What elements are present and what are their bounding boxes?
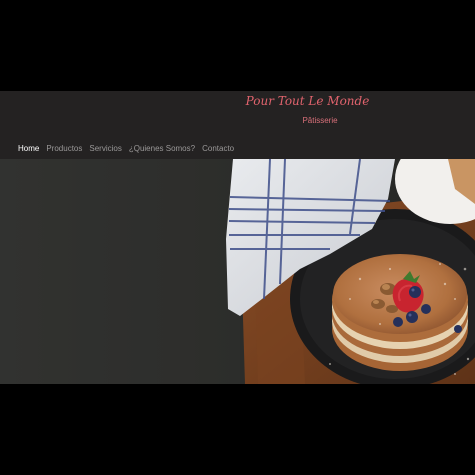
nav-link-servicios[interactable]: Servicios	[89, 144, 121, 153]
letterbox-top	[0, 0, 475, 91]
hero-image	[0, 159, 475, 384]
letterbox-bottom	[0, 384, 475, 475]
nav-link-quienes-somos[interactable]: ¿Quienes Somos?	[129, 144, 195, 153]
nav-link-contacto[interactable]: Contacto	[202, 144, 234, 153]
brand-logo-text[interactable]: Pour Tout Le Monde	[240, 94, 375, 108]
main-nav: Home Productos Servicios ¿Quienes Somos?…	[18, 141, 234, 155]
hero-pancakes-illustration	[0, 159, 475, 384]
nav-link-productos[interactable]: Productos	[46, 144, 82, 153]
site-header: Pour Tout Le Monde Pâtisserie Home Produ…	[0, 91, 475, 159]
nav-link-home[interactable]: Home	[18, 144, 39, 153]
brand-tagline: Pâtisserie	[302, 116, 338, 125]
